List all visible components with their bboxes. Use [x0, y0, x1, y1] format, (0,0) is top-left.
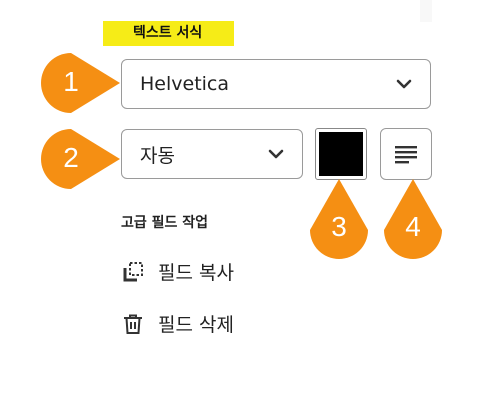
font-family-dropdown[interactable]: Helvetica [121, 59, 431, 109]
chevron-down-icon [268, 149, 284, 159]
advanced-actions-title: 고급 필드 작업 [121, 215, 209, 231]
delete-field-button[interactable]: 필드 삭제 [121, 310, 234, 337]
align-left-icon [395, 146, 417, 164]
font-size-value: 자동 [140, 144, 175, 167]
callout-number-3: 3 [331, 211, 347, 242]
copy-field-button[interactable]: 필드 복사 [121, 258, 234, 285]
text-color-button[interactable] [315, 128, 367, 180]
copy-field-label: 필드 복사 [158, 262, 234, 284]
text-align-button[interactable] [380, 128, 432, 180]
font-size-dropdown[interactable]: 자동 [121, 129, 303, 179]
delete-field-label: 필드 삭제 [158, 314, 234, 336]
section-title: 텍스트 서식 [103, 21, 234, 46]
background-fragment [420, 0, 432, 22]
callout-number-4: 4 [405, 211, 421, 242]
text-color-swatch [319, 132, 363, 176]
trash-icon [124, 314, 142, 334]
font-family-value: Helvetica [140, 73, 230, 95]
callout-number-1: 1 [63, 66, 79, 97]
callout-number-2: 2 [63, 142, 79, 173]
chevron-down-icon [396, 79, 412, 89]
copy-icon [123, 261, 143, 281]
